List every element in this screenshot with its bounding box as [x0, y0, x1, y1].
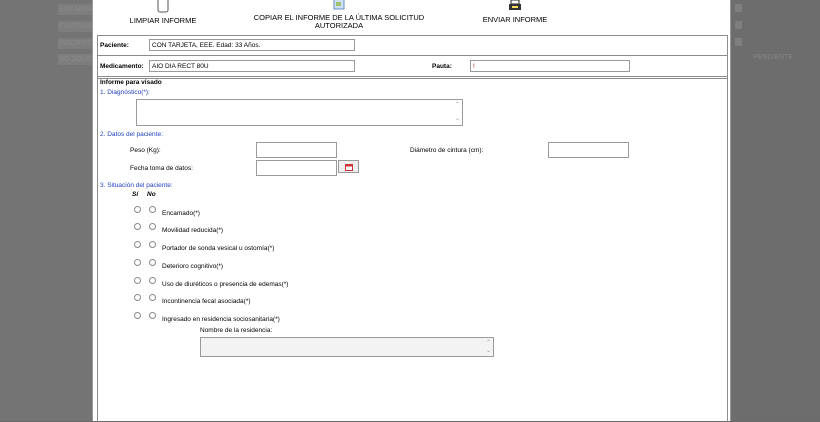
- background-right-panel: PENDIENTE: [729, 0, 820, 421]
- movilidad-yes-radio[interactable]: [134, 223, 141, 230]
- background-icon: [735, 38, 742, 46]
- calendar-icon: [345, 164, 353, 171]
- waist-label: Diámetro de cintura (cm):: [410, 147, 484, 154]
- weight-input[interactable]: [256, 142, 337, 158]
- diureticos-no-radio[interactable]: [149, 277, 156, 284]
- toolbar: LIMPIAR INFORME COPIAR EL INFORME DE LA …: [93, 0, 730, 35]
- encamado-yes-radio[interactable]: [134, 206, 141, 213]
- incontinencia-yes-radio[interactable]: [134, 294, 141, 301]
- situation-heading: 3. Situación del paciente:: [100, 182, 173, 189]
- situation-label: Incontinencia fecal asociada(*): [162, 298, 251, 305]
- medication-field[interactable]: AIO DIA RECT 80U: [149, 60, 355, 72]
- residence-label: Nombre de la residencia:: [200, 327, 273, 334]
- background-label: PENDIENTE: [753, 54, 794, 61]
- sonda-yes-radio[interactable]: [134, 241, 141, 248]
- patient-label: Paciente:: [100, 42, 129, 49]
- residence-textarea[interactable]: ⌃ ⌄: [200, 337, 494, 357]
- report-title: Informe para visado: [100, 79, 162, 86]
- background-row: NO SOLICITADO: [58, 54, 93, 65]
- clear-report-label: LIMPIAR INFORME: [129, 16, 197, 25]
- situation-label: Portador de sonda vesical u ostomía(*): [162, 245, 275, 252]
- copy-last-report-button[interactable]: COPIAR EL INFORME DE LA ÚLTIMA SOLICITUD…: [243, 0, 435, 30]
- background-icon: [735, 21, 742, 29]
- blank-document-icon: [123, 0, 203, 15]
- situation-label: Movilidad reducida(*): [162, 227, 224, 234]
- patient-data-heading: 2. Datos del paciente:: [100, 131, 163, 138]
- waist-input[interactable]: [548, 142, 629, 158]
- copy-document-icon: [243, 0, 435, 12]
- yes-column-header: Sí: [132, 191, 139, 198]
- encamado-no-radio[interactable]: [149, 206, 156, 213]
- movilidad-no-radio[interactable]: [149, 223, 156, 230]
- residencia-yes-radio[interactable]: [134, 312, 141, 319]
- sonda-no-radio[interactable]: [149, 241, 156, 248]
- report-section: Informe para visado 1. Diagnóstico(*): ⌃…: [97, 76, 728, 422]
- copy-last-report-label: COPIAR EL INFORME DE LA ÚLTIMA SOLICITUD…: [253, 13, 425, 30]
- background-row: INSCRIPCIÓN: [58, 38, 93, 49]
- situation-label: Encamado(*): [162, 210, 200, 217]
- incontinencia-no-radio[interactable]: [149, 294, 156, 301]
- medication-label: Medicamento:: [100, 63, 144, 70]
- date-label: Fecha toma de datos:: [130, 165, 193, 172]
- pauta-field[interactable]: !: [470, 60, 630, 72]
- scroll-up-icon[interactable]: ⌃: [455, 102, 460, 108]
- residencia-no-radio[interactable]: [149, 312, 156, 319]
- patient-field[interactable]: CON TARJETA, EEE. Edad: 33 Años.: [149, 39, 355, 51]
- background-icon: [735, 4, 742, 12]
- clear-report-button[interactable]: LIMPIAR INFORME: [123, 0, 203, 25]
- send-report-label: ENVIAR INFORME: [482, 15, 548, 24]
- send-report-button[interactable]: ENVIAR INFORME: [473, 0, 557, 24]
- report-dialog: LIMPIAR INFORME COPIAR EL INFORME DE LA …: [92, 0, 731, 422]
- situation-label: Uso de diuréticos o presencia de edemas(…: [162, 281, 289, 288]
- background-row: CAPTURA: [58, 21, 93, 32]
- diureticos-yes-radio[interactable]: [134, 277, 141, 284]
- scroll-up-icon[interactable]: ⌃: [486, 340, 491, 346]
- patient-section: Paciente: CON TARJETA, EEE. Edad: 33 Año…: [97, 35, 728, 79]
- send-printer-icon: [473, 0, 557, 14]
- diagnosis-textarea[interactable]: ⌃ ⌄: [136, 99, 463, 126]
- background-row: ENCARGADO: [58, 4, 93, 15]
- deterioro-yes-radio[interactable]: [134, 259, 141, 266]
- scroll-down-icon[interactable]: ⌄: [455, 116, 460, 122]
- situation-label: Deterioro cognitivo(*): [162, 263, 224, 270]
- deterioro-no-radio[interactable]: [149, 259, 156, 266]
- diagnosis-heading: 1. Diagnóstico(*):: [100, 89, 150, 96]
- scroll-down-icon[interactable]: ⌄: [486, 348, 491, 354]
- situation-label: Ingresado en residencia sociosanitaria(*…: [162, 316, 280, 323]
- date-input[interactable]: [256, 160, 337, 176]
- divider: [98, 55, 727, 56]
- pauta-label: Pauta:: [432, 63, 452, 70]
- weight-label: Peso (Kg):: [130, 147, 161, 154]
- calendar-button[interactable]: [338, 160, 359, 173]
- no-column-header: No: [147, 191, 156, 198]
